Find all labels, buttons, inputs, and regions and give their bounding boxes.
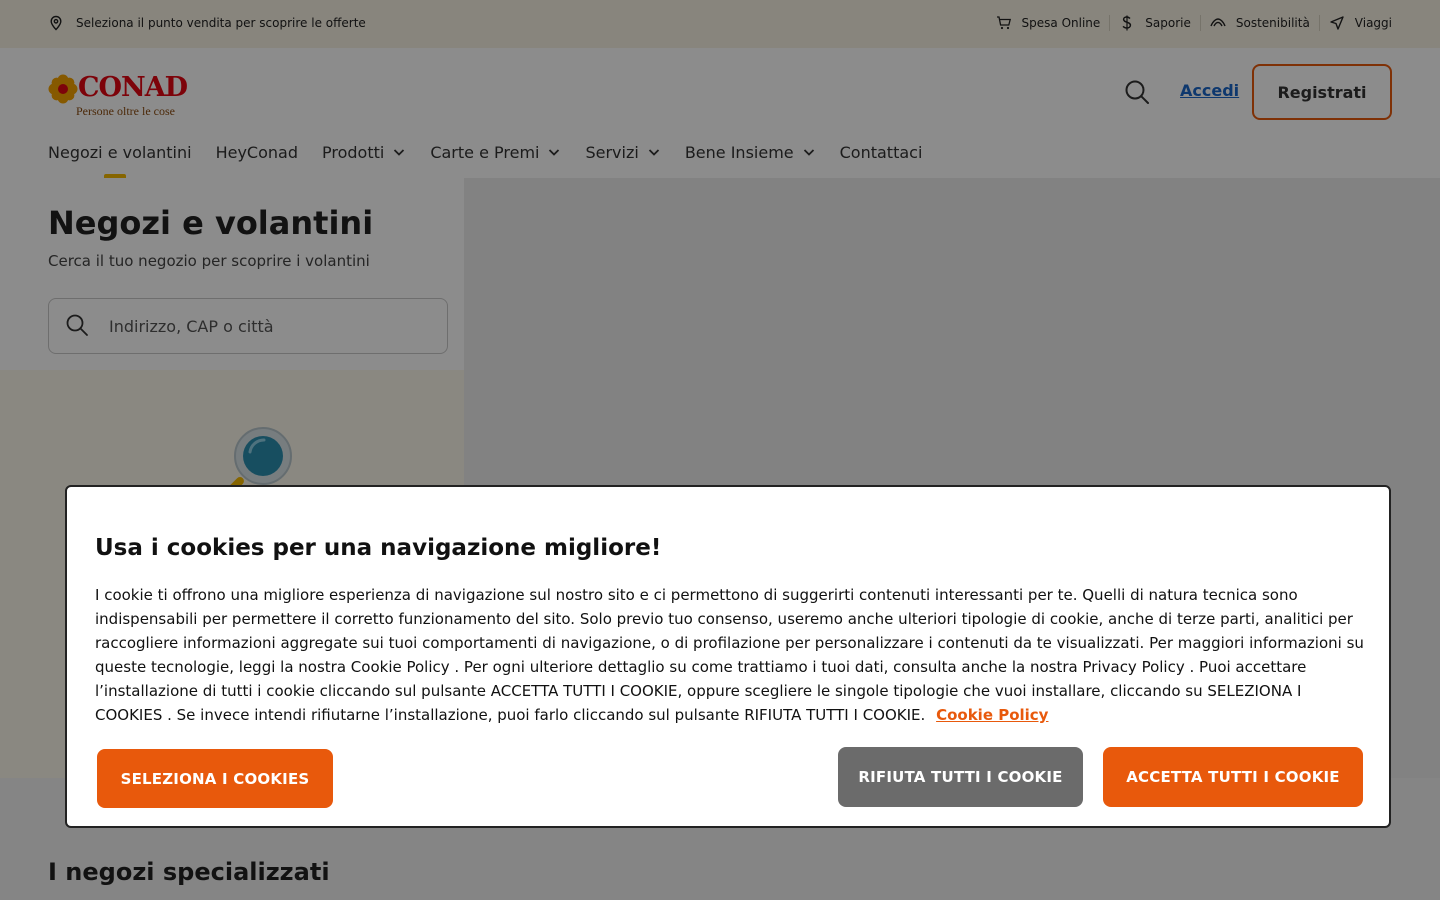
reject-all-cookies-button[interactable]: RIFIUTA TUTTI I COOKIE xyxy=(838,747,1083,807)
cookie-title: Usa i cookies per una navigazione miglio… xyxy=(95,535,662,561)
page: Seleziona il punto vendita per scoprire … xyxy=(0,0,1440,900)
cookie-body: I cookie ti offrono una migliore esperie… xyxy=(95,583,1365,727)
cookie-policy-link[interactable]: Cookie Policy xyxy=(936,706,1048,724)
cookie-consent-dialog: Usa i cookies per una navigazione miglio… xyxy=(65,485,1391,828)
select-cookies-button[interactable]: SELEZIONA I COOKIES xyxy=(97,749,333,808)
cookie-body-text: I cookie ti offrono una migliore esperie… xyxy=(95,586,1364,724)
accept-all-cookies-button[interactable]: ACCETTA TUTTI I COOKIE xyxy=(1103,747,1363,807)
